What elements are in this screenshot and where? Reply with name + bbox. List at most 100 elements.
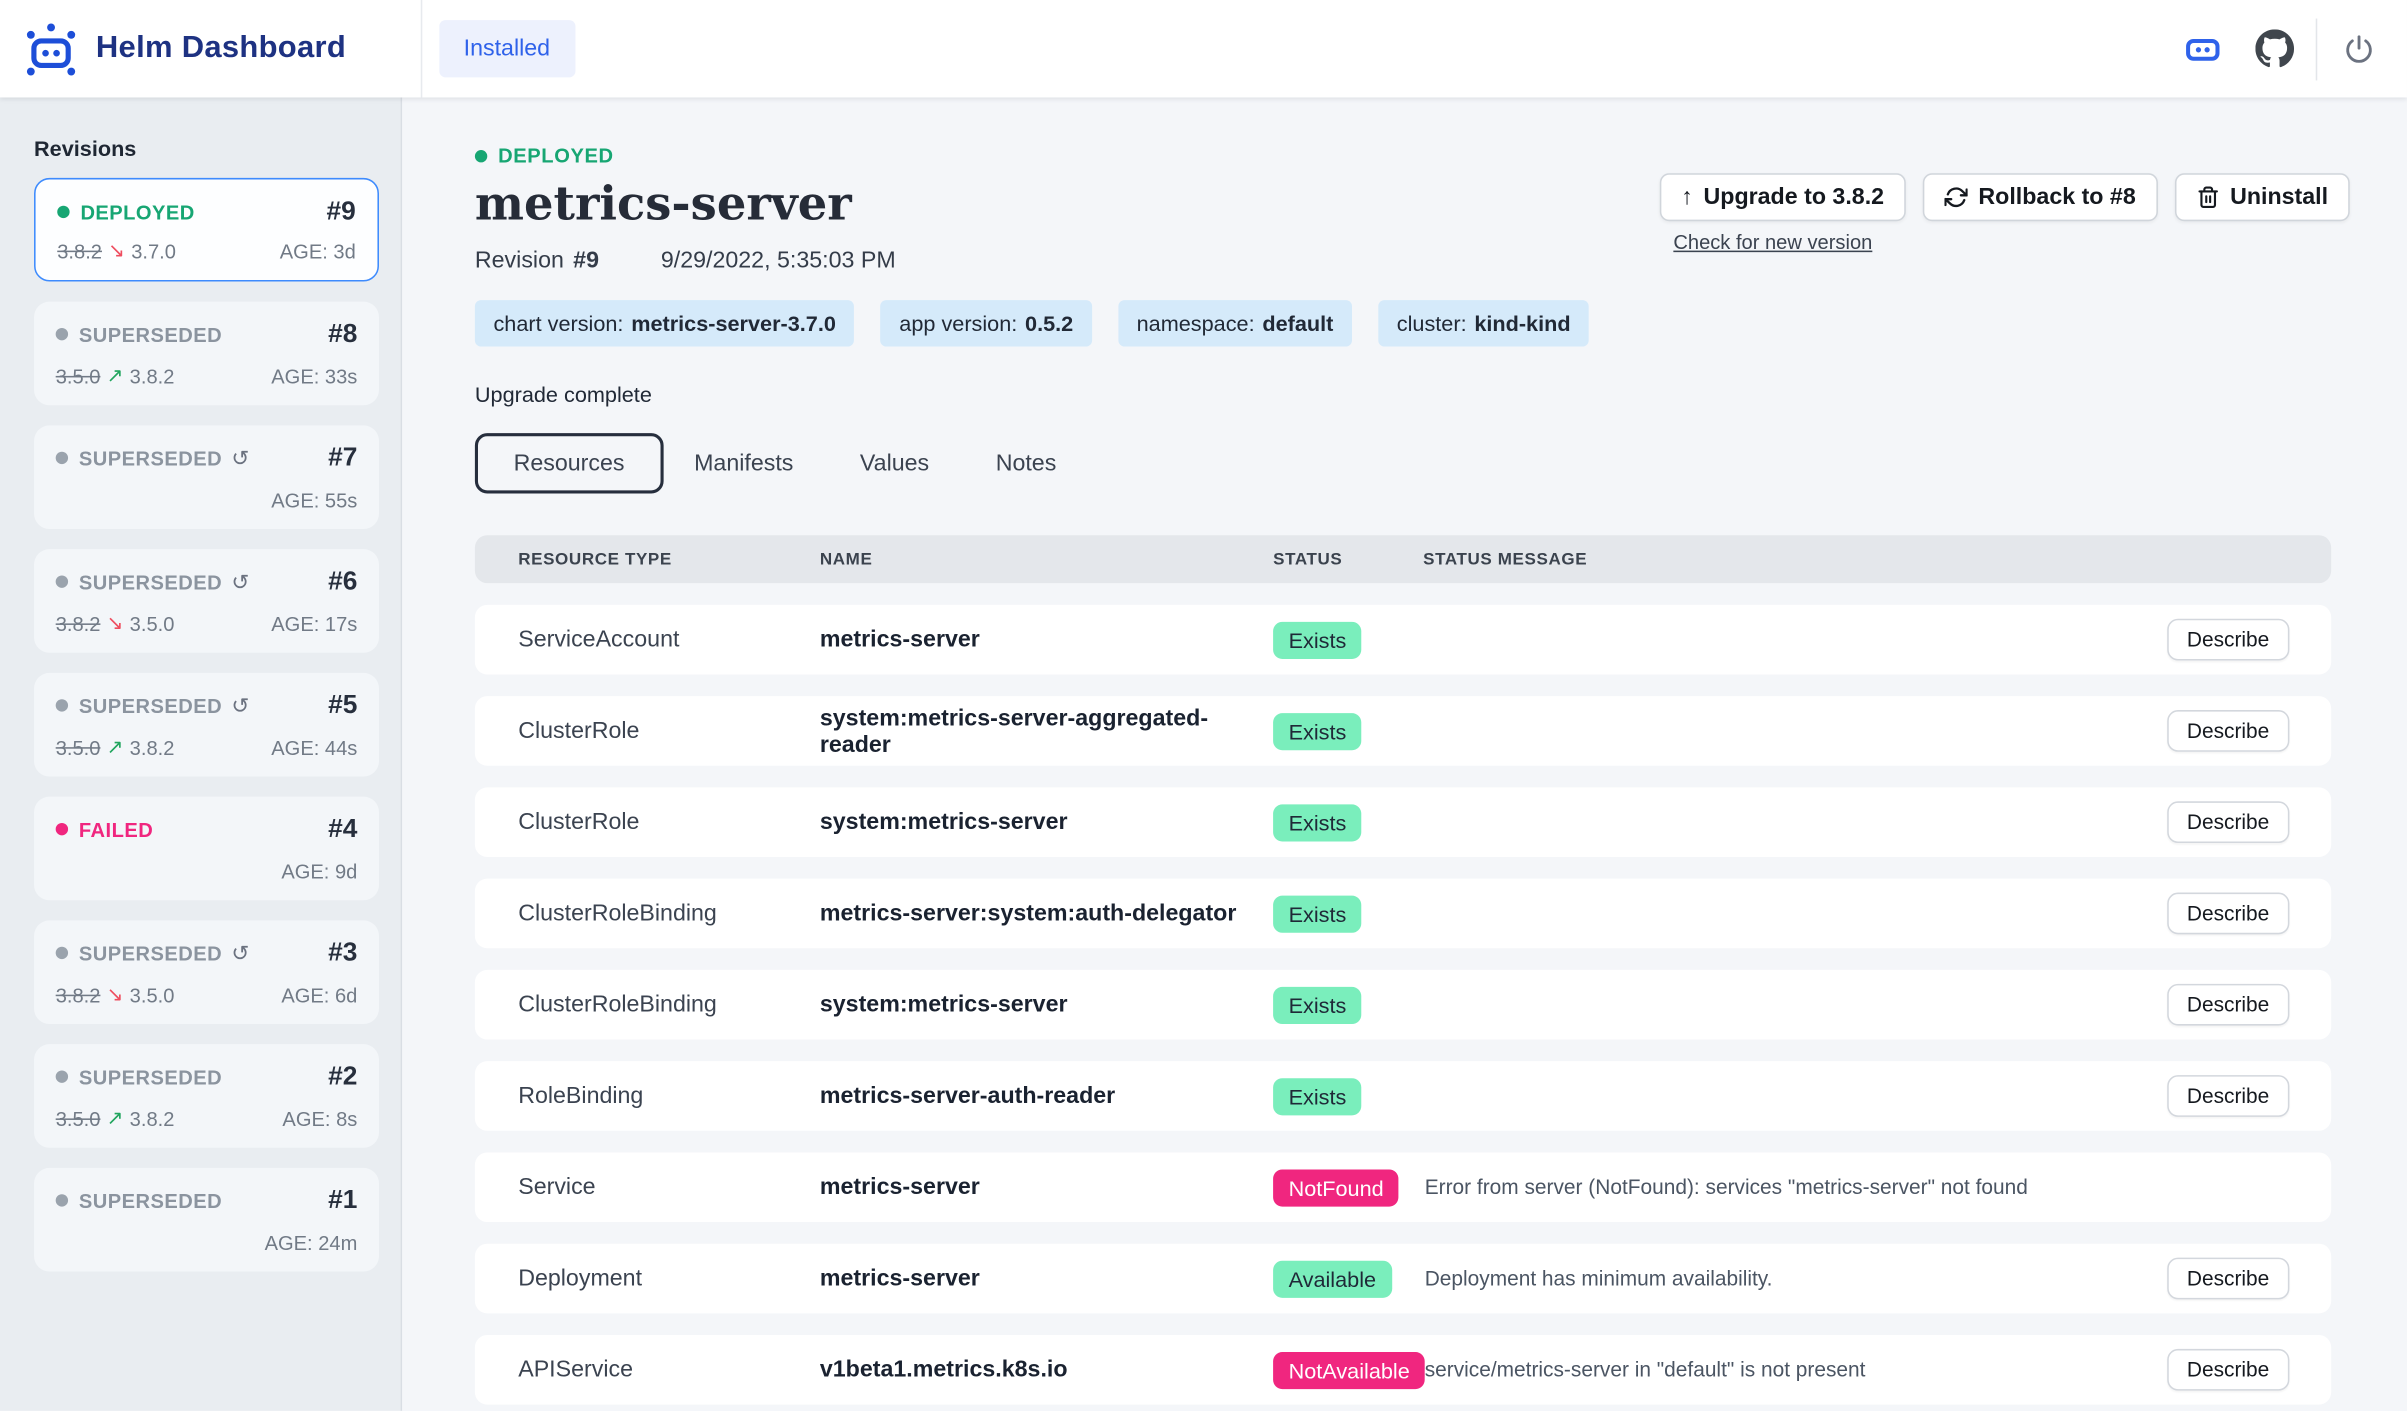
revision-number: #5 [328,690,357,721]
main-content: DEPLOYED metrics-server Revision #9 9/29… [402,97,2407,1410]
status-dot [56,328,68,340]
resource-name: system:metrics-server [820,809,1273,835]
revision-card-9[interactable]: DEPLOYED #9 3.8.2 ↘ 3.7.0 AGE: 3d [34,178,379,282]
power-icon[interactable] [2333,22,2386,75]
resource-name: metrics-server-auth-reader [820,1083,1273,1109]
describe-button[interactable]: Describe [2167,984,2290,1026]
revision-card-2[interactable]: SUPERSEDED #2 3.5.0 ↗ 3.8.2 AGE: 8s [34,1044,379,1148]
describe-button[interactable]: Describe [2167,1349,2290,1391]
revision-status: SUPERSEDED [79,446,222,469]
status-dot [57,206,69,218]
tab-notes[interactable]: Notes [996,436,1057,490]
status-message: Deployment has minimum availability. [1423,1267,2167,1290]
robot-icon[interactable] [2176,22,2229,75]
check-new-version-link[interactable]: Check for new version [1673,230,1872,253]
revision-number: #1 [328,1185,357,1216]
revisions-heading: Revisions [34,136,401,161]
revision-card-4[interactable]: FAILED #4 AGE: 9d [34,797,379,901]
revision-card-8[interactable]: SUPERSEDED #8 3.5.0 ↗ 3.8.2 AGE: 33s [34,302,379,406]
revision-number: #7 [328,442,357,473]
status-message: Error from server (NotFound): services "… [1423,1176,2289,1199]
resource-type: ClusterRole [518,718,820,744]
release-note: Upgrade complete [475,382,2407,407]
table-row: Deployment metrics-server Available Depl… [475,1244,2331,1314]
status-badge: NotAvailable [1273,1351,1425,1388]
revision-age: AGE: 3d [280,239,356,262]
resource-name: system:metrics-server [820,992,1273,1018]
uninstall-button[interactable]: Uninstall [2174,173,2349,221]
tab-resources[interactable]: Resources [475,433,663,493]
revision-card-6[interactable]: SUPERSEDED ↺ #6 3.8.2 ↘ 3.5.0 AGE: 17s [34,549,379,653]
status-dot [56,823,68,835]
status-badge: Exists [1273,986,1362,1023]
revision-card-7[interactable]: SUPERSEDED ↺ #7 AGE: 55s [34,425,379,529]
resource-name: v1beta1.metrics.k8s.io [820,1357,1273,1383]
revision-number: #9 [327,196,356,227]
revision-card-3[interactable]: SUPERSEDED ↺ #3 3.8.2 ↘ 3.5.0 AGE: 6d [34,920,379,1024]
status-badge: NotFound [1273,1169,1399,1206]
upgrade-arrow-icon: ↗ [107,735,124,760]
describe-button[interactable]: Describe [2167,710,2290,752]
revision-age: AGE: 8s [282,1107,357,1130]
resource-type: RoleBinding [518,1083,820,1109]
reload-icon: ↺ [231,942,249,964]
app-version-badge: app version:0.5.2 [881,300,1092,346]
upgrade-button[interactable]: ↑ Upgrade to 3.8.2 [1659,173,1905,221]
deployed-status-dot [475,149,487,161]
status-badge: Exists [1273,1077,1362,1114]
revision-number: #6 [328,566,357,597]
reload-icon: ↺ [231,695,249,717]
reload-icon: ↺ [231,447,249,469]
revision-card-5[interactable]: SUPERSEDED ↺ #5 3.5.0 ↗ 3.8.2 AGE: 44s [34,673,379,777]
status-badge: Exists [1273,621,1362,658]
app-viewport: Helm Dashboard Installed R [0,0,2407,1411]
status-dot [56,1194,68,1206]
status-dot [56,699,68,711]
resource-name: system:metrics-server-aggregated-reader [820,705,1273,758]
table-row: ClusterRole system:metrics-server Exists… [475,787,2331,857]
revision-number: #8 [328,319,357,350]
describe-button[interactable]: Describe [2167,619,2290,661]
describe-button[interactable]: Describe [2167,893,2290,935]
old-version: 3.5.0 [56,1107,101,1130]
github-icon[interactable] [2248,22,2301,75]
describe-button[interactable]: Describe [2167,1258,2290,1300]
page-title: metrics-server [475,178,896,232]
table-row: APIService v1beta1.metrics.k8s.io NotAva… [475,1335,2331,1405]
tab-values[interactable]: Values [860,436,929,490]
resource-name: metrics-server [820,1265,1273,1291]
revision-number: #3 [328,937,357,968]
describe-button[interactable]: Describe [2167,801,2290,843]
revision-status: SUPERSEDED [79,941,222,964]
release-timestamp: 9/29/2022, 5:35:03 PM [661,248,896,274]
cluster-badge: cluster:kind-kind [1378,300,1589,346]
revision-age: AGE: 9d [281,860,357,883]
revision-status: DEPLOYED [80,200,194,223]
old-version: 3.8.2 [57,239,102,262]
table-row: ServiceAccount metrics-server Exists Des… [475,605,2331,675]
revision-card-1[interactable]: SUPERSEDED #1 AGE: 24m [34,1168,379,1272]
new-version: 3.8.2 [130,736,175,759]
old-version: 3.5.0 [56,364,101,387]
resources-table: RESOURCE TYPE NAME STATUS STATUS MESSAGE… [475,535,2331,1404]
resource-type: ClusterRoleBinding [518,992,820,1018]
resource-type: ClusterRole [518,809,820,835]
table-header: RESOURCE TYPE NAME STATUS STATUS MESSAGE [475,535,2331,583]
tab-installed[interactable]: Installed [439,20,575,77]
resource-type: ServiceAccount [518,626,820,652]
arrow-up-icon: ↑ [1681,184,1693,210]
resource-name: metrics-server [820,1174,1273,1200]
rollback-button[interactable]: Rollback to #8 [1923,173,2158,221]
reload-icon: ↺ [231,571,249,593]
resource-name: metrics-server [820,626,1273,652]
resource-type: Deployment [518,1265,820,1291]
describe-button[interactable]: Describe [2167,1075,2290,1117]
new-version: 3.8.2 [130,1107,175,1130]
tab-manifests[interactable]: Manifests [694,436,793,490]
table-row: RoleBinding metrics-server-auth-reader E… [475,1061,2331,1131]
revision-age: AGE: 44s [271,736,357,759]
topbar-divider [420,0,422,97]
top-bar: Helm Dashboard Installed [0,0,2407,97]
chart-version-badge: chart version:metrics-server-3.7.0 [475,300,855,346]
upgrade-arrow-icon: ↗ [107,364,124,389]
